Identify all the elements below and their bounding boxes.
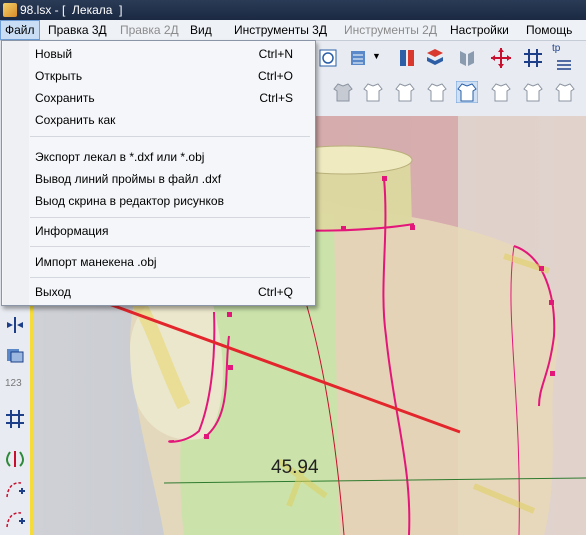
menu-item-save-as[interactable]: Сохранить как <box>2 110 315 130</box>
menu-settings[interactable]: Настройки <box>446 20 513 40</box>
layers-tool-icon[interactable] <box>4 344 26 366</box>
garment-selected-icon[interactable] <box>456 81 478 103</box>
menu-edit-2d[interactable]: Правка 2Д <box>116 20 183 40</box>
menu-item-export-armhole[interactable]: Вывод линий проймы в файл .dxf <box>2 169 315 189</box>
menu-help[interactable]: Помощь <box>522 20 576 40</box>
garment-8-icon[interactable] <box>554 81 576 103</box>
mannequin-gray-icon[interactable] <box>456 47 478 69</box>
bodice-front-icon[interactable] <box>396 47 418 69</box>
curve-edit-icon[interactable] <box>4 508 26 530</box>
menu-item-import-mannequin[interactable]: Импорт манекена .obj <box>2 252 315 272</box>
colored-layers-icon[interactable] <box>424 47 446 69</box>
menu-separator <box>30 136 310 137</box>
menu-tools-3d[interactable]: Инструменты 3Д <box>230 20 331 40</box>
menu-separator <box>30 246 310 247</box>
menu-item-new-label: Новый <box>35 47 73 61</box>
menu-item-new[interactable]: Новый Ctrl+N <box>2 44 315 64</box>
menu-separator <box>30 217 310 218</box>
menu-file[interactable]: Файл <box>0 20 40 40</box>
mirror-tool-icon[interactable] <box>4 314 26 336</box>
menu-item-screenshot-to-editor[interactable]: Выод скрина в редактор рисунков <box>2 191 315 211</box>
menu-item-new-shortcut: Ctrl+N <box>258 47 293 61</box>
curve-add-point-icon[interactable] <box>4 478 26 500</box>
garment-6-icon[interactable] <box>490 81 512 103</box>
grid-tool-icon[interactable] <box>4 408 26 430</box>
menu-item-import-label: Импорт манекена .obj <box>35 255 157 269</box>
menu-item-open-label: Открыть <box>35 69 83 83</box>
menu-item-save-shortcut: Ctrl+S <box>259 91 293 105</box>
measurement-value: 45.94 <box>271 457 319 478</box>
menu-item-open-shortcut: Ctrl+O <box>257 69 293 83</box>
menu-edit-3d[interactable]: Правка 3Д <box>44 20 111 40</box>
menu-item-export-patterns[interactable]: Экспорт лекал в *.dxf или *.obj <box>2 147 315 167</box>
title-bar: 98.lsx - [ Лекала ] <box>0 0 586 20</box>
menu-item-save[interactable]: Сохранить Ctrl+S <box>2 88 315 108</box>
move-arrows-icon[interactable] <box>490 47 512 69</box>
garment-2-icon[interactable] <box>362 81 384 103</box>
garment-3-icon[interactable] <box>394 81 416 103</box>
menu-bar: Файл Правка 3Д Правка 2Д Вид Инструменты… <box>0 20 586 41</box>
rotate-view-icon[interactable] <box>348 47 370 69</box>
menu-item-export-label: Экспорт лекал в *.dxf или *.obj <box>35 150 205 164</box>
menu-item-armhole-label: Вывод линий проймы в файл .dxf <box>35 172 222 186</box>
dropdown-arrow-icon[interactable]: ▼ <box>372 51 381 61</box>
menu-item-info[interactable]: Информация <box>2 221 315 241</box>
symmetry-tool-icon[interactable] <box>4 448 26 470</box>
menu-item-info-label: Информация <box>35 224 109 238</box>
menu-item-save-label: Сохранить <box>35 91 95 105</box>
tp-tool-icon[interactable] <box>554 53 576 75</box>
menu-separator <box>30 277 310 278</box>
sphere-tool-icon[interactable] <box>318 47 340 69</box>
garment-4-icon[interactable] <box>426 81 448 103</box>
garment-7-icon[interactable] <box>522 81 544 103</box>
app-icon <box>3 3 17 17</box>
menu-item-exit-label: Выход <box>35 285 71 299</box>
menu-item-exit[interactable]: Выход Ctrl+Q <box>2 282 315 302</box>
window-title: 98.lsx - [ Лекала ] <box>20 3 123 17</box>
garment-1-icon[interactable] <box>332 81 354 103</box>
menu-item-save-as-label: Сохранить как <box>35 113 116 127</box>
menu-item-exit-shortcut: Ctrl+Q <box>257 285 293 299</box>
menu-view[interactable]: Вид <box>186 20 216 40</box>
grid-icon[interactable] <box>522 47 544 69</box>
ruler-label[interactable]: 123 <box>5 378 22 389</box>
menu-item-screenshot-label: Выод скрина в редактор рисунков <box>35 194 224 208</box>
menu-tools-2d[interactable]: Инструменты 2Д <box>340 20 441 40</box>
file-menu-dropdown: Новый Ctrl+N Открыть Ctrl+O Сохранить Ct… <box>1 40 316 306</box>
menu-item-open[interactable]: Открыть Ctrl+O <box>2 66 315 86</box>
